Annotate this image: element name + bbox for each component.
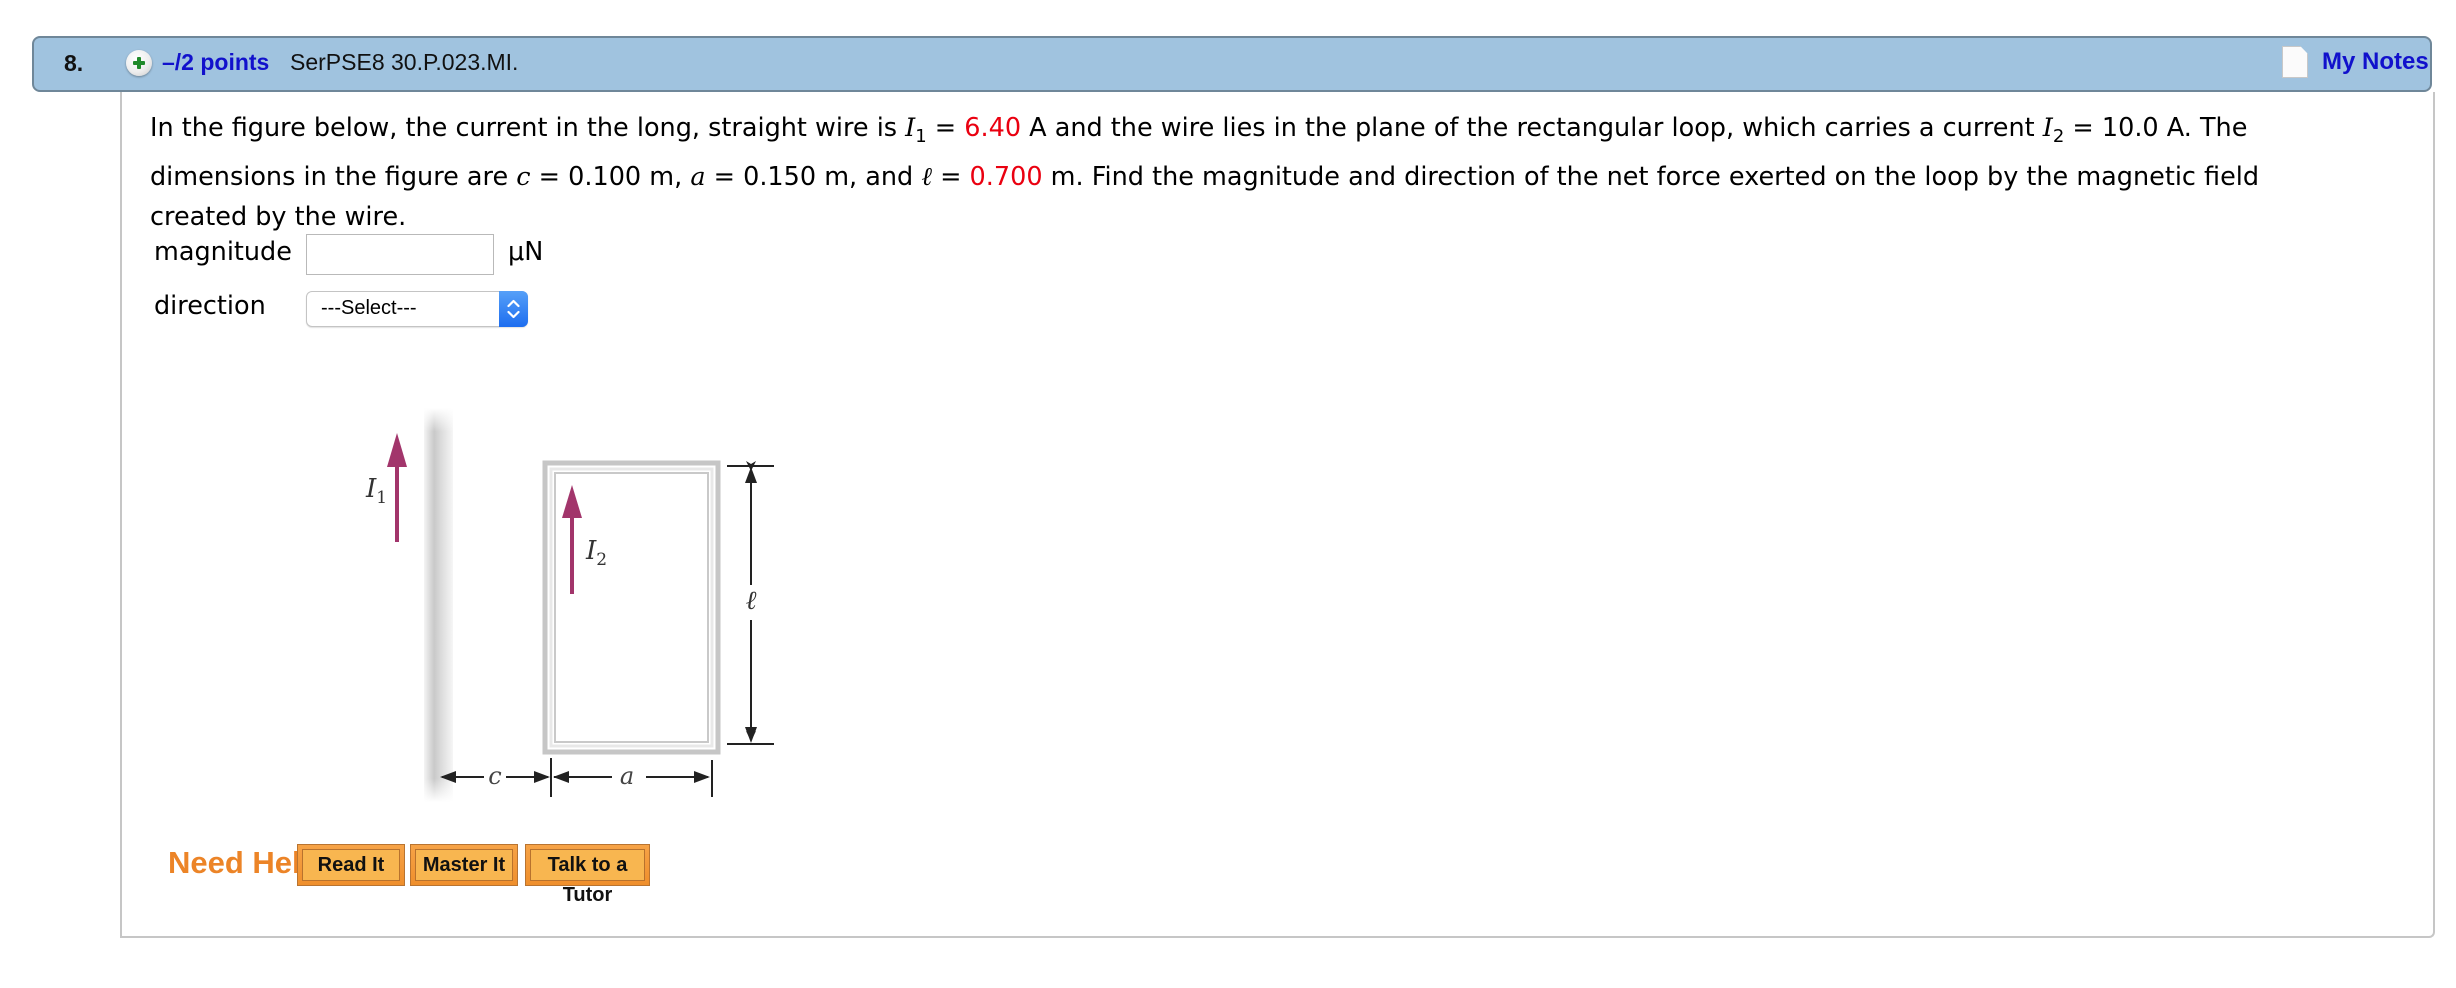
magnitude-unit: μN	[508, 237, 544, 267]
prompt-text: m. Find the magnitude and direction of t…	[1042, 162, 2260, 193]
question-number: 8.	[64, 50, 84, 76]
talk-to-tutor-button[interactable]: Talk to a Tutor	[525, 844, 650, 906]
prompt-line-1: In the figure below, the current in the …	[150, 108, 2420, 157]
var-I1-subscript: 1	[915, 126, 927, 148]
talk-to-tutor-label: Talk to a Tutor	[530, 849, 645, 906]
master-it-button[interactable]: Master It	[410, 844, 518, 886]
prompt-text: A and the wire lies in the plane of the …	[1021, 113, 2043, 143]
equals: =	[931, 162, 970, 193]
note-page-icon[interactable]	[2282, 46, 2308, 78]
value-c: = 0.100 m,	[530, 162, 691, 193]
select-updown-icon	[499, 291, 528, 327]
var-I2-subscript: 2	[2052, 126, 2065, 148]
var-c: c	[516, 162, 531, 193]
direction-label: direction	[154, 291, 266, 321]
my-notes-link[interactable]: My Notes	[2322, 48, 2429, 76]
master-it-label: Master It	[415, 849, 513, 881]
expand-plus-icon[interactable]	[126, 50, 152, 76]
question-prompt: In the figure below, the current in the …	[150, 108, 2420, 237]
value-I2: = 10.0 A. The	[2064, 113, 2248, 143]
question-id: SerPSE8 30.P.023.MI.	[290, 49, 519, 75]
value-l: 0.700	[969, 162, 1043, 193]
var-l: ℓ	[921, 162, 932, 193]
value-I1: 6.40	[964, 113, 1022, 143]
equals: =	[926, 113, 965, 143]
prompt-line-2: dimensions in the figure are c = 0.100 m…	[150, 157, 2420, 197]
direction-select[interactable]: ---Select---	[306, 291, 528, 327]
question-header: 8. –/2 points SerPSE8 30.P.023.MI. My No…	[32, 36, 2432, 92]
var-I1-symbol: I	[905, 113, 916, 143]
direction-select-value: ---Select---	[321, 297, 417, 319]
var-I2-symbol: I	[2042, 113, 2053, 143]
var-I1: I1	[905, 113, 927, 147]
magnitude-label: magnitude	[154, 237, 292, 267]
prompt-line-3: created by the wire.	[150, 202, 407, 233]
read-it-label: Read It	[302, 849, 400, 881]
prompt-text: In the figure below, the current in the …	[150, 113, 906, 143]
var-a: a	[690, 162, 706, 193]
var-I2: I2	[2042, 113, 2065, 147]
read-it-button[interactable]: Read It	[297, 844, 405, 886]
value-a: = 0.150 m, and	[705, 162, 922, 193]
prompt-text: dimensions in the figure are	[150, 162, 517, 193]
points-link[interactable]: –/2 points	[162, 49, 269, 76]
magnitude-input[interactable]	[306, 234, 494, 275]
